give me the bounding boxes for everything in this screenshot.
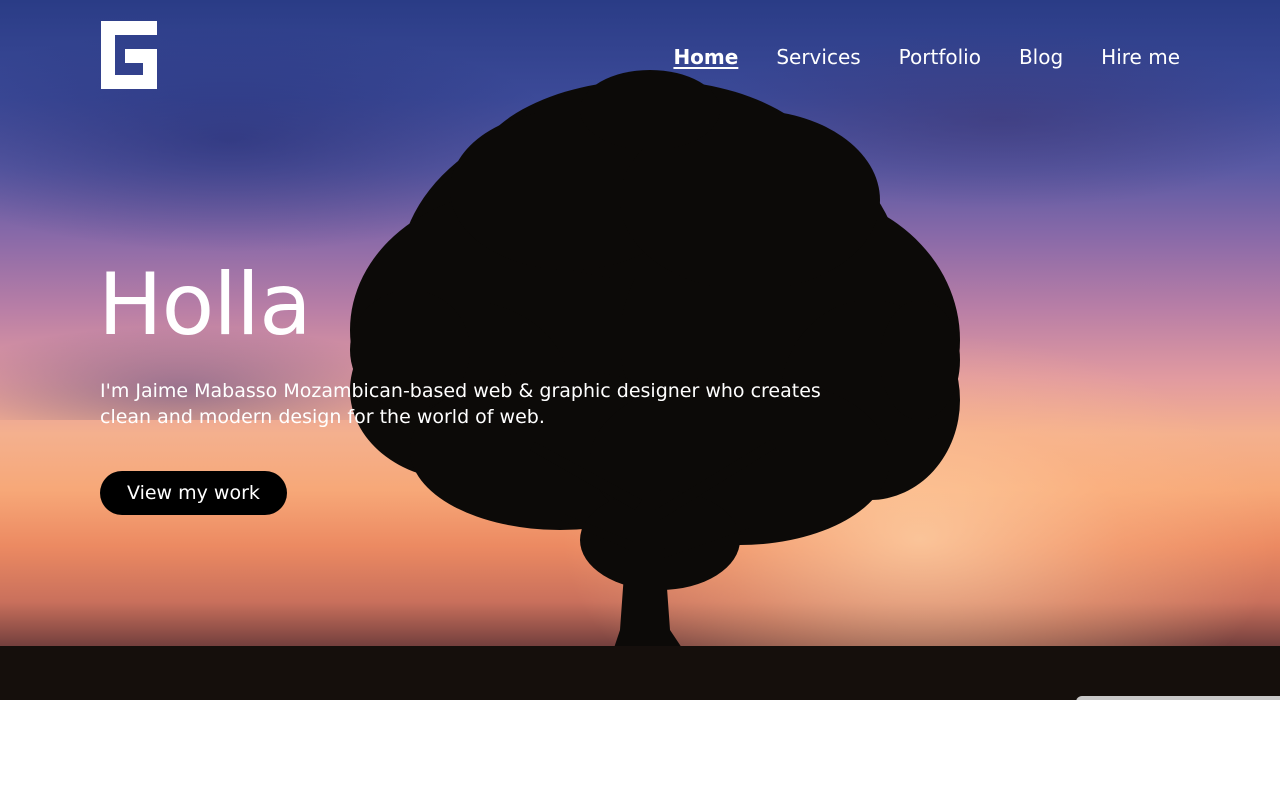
- below-fold-section: [0, 700, 1280, 800]
- nav-item-blog[interactable]: Blog: [1019, 42, 1063, 72]
- ground-silhouette: [0, 646, 1280, 700]
- nav-item-services[interactable]: Services: [776, 42, 860, 72]
- view-my-work-button[interactable]: View my work: [100, 471, 287, 515]
- tree-silhouette: [350, 70, 960, 660]
- nav-item-home[interactable]: Home: [673, 42, 738, 72]
- main-nav: Home Services Portfolio Blog Hire me: [635, 42, 1180, 72]
- nav-item-hire-me[interactable]: Hire me: [1101, 42, 1180, 72]
- g-logo-icon[interactable]: [101, 21, 158, 89]
- hero-title: Holla: [98, 255, 312, 355]
- hero-description: I'm Jaime Mabasso Mozambican-based web &…: [100, 380, 821, 428]
- nav-item-portfolio[interactable]: Portfolio: [899, 42, 981, 72]
